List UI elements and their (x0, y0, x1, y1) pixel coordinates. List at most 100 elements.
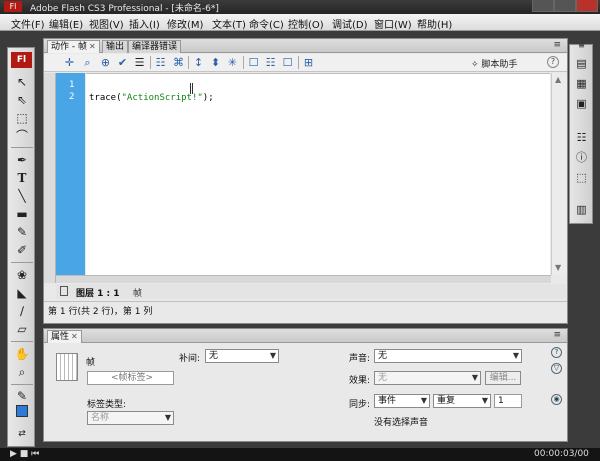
components-panel-icon[interactable]: ▥ (574, 203, 589, 217)
find-icon[interactable]: ⌕ (81, 56, 94, 69)
code-function: trace( (89, 93, 122, 103)
tween-select[interactable]: 无 ▼ (205, 349, 279, 363)
tab-properties[interactable]: 属性 ✕ (47, 330, 82, 343)
collapse-selection-icon[interactable]: ⬍ (209, 56, 222, 69)
repeat-select[interactable]: 重复 ▼ (433, 394, 491, 408)
transform-panel-icon[interactable]: ⬚ (574, 171, 589, 185)
tab-output[interactable]: 输出 (102, 40, 129, 53)
code-editor[interactable]: trace("ActionScript!"); (86, 73, 550, 275)
tab-compiler-errors[interactable]: 编译器错误 (128, 40, 182, 53)
rectangle-tool-icon[interactable]: ▬ (14, 206, 30, 222)
menu-control[interactable]: 控制(O) (288, 16, 324, 31)
line-number: 1 (69, 80, 75, 90)
help-icon[interactable]: ? (551, 347, 562, 358)
menu-help[interactable]: 帮助(H) (417, 16, 452, 31)
effect-select[interactable]: 无 ▼ (374, 371, 481, 385)
magic-wand-icon: ✧ (471, 60, 479, 70)
expand-all-icon[interactable]: ✳ (226, 56, 239, 69)
panel-menu-icon[interactable]: ≡ (574, 39, 589, 53)
window-title: Adobe Flash CS3 Professional - [未命名-6*] (30, 4, 219, 14)
eyedropper-tool-icon[interactable]: ∕ (14, 303, 30, 319)
sync-value: 事件 (378, 396, 397, 406)
paint-bucket-tool-icon[interactable]: ◣ (14, 285, 30, 301)
check-syntax-icon[interactable]: ✔ (116, 56, 129, 69)
align-panel-icon[interactable]: ▤ (574, 57, 589, 71)
free-transform-tool-icon[interactable]: ⬚ (14, 110, 30, 126)
swatches-panel-icon[interactable]: ▦ (574, 77, 589, 91)
repeat-count-input[interactable]: 1 (494, 394, 522, 408)
panel-options-icon[interactable]: ≡ (553, 40, 561, 50)
menu-window[interactable]: 窗口(W) (374, 16, 412, 31)
selection-tool-icon[interactable]: ↖ (14, 74, 30, 90)
hand-tool-icon[interactable]: ✋ (14, 346, 30, 362)
chevron-down-icon: ▼ (269, 351, 276, 360)
fill-color-icon[interactable] (14, 405, 30, 421)
info-panel-icon[interactable]: ▣ (574, 97, 589, 111)
eraser-tool-icon[interactable]: ▱ (14, 321, 30, 337)
help-icon[interactable]: ? (547, 56, 559, 68)
ink-bottle-tool-icon[interactable]: ❀ (14, 267, 30, 283)
tab-close-icon[interactable]: ✕ (71, 332, 78, 341)
menu-view[interactable]: 视图(V) (89, 16, 124, 31)
script-nav-layer[interactable]: 图层 1 : 1 (76, 286, 120, 299)
tab-close-icon[interactable]: ✕ (89, 42, 96, 51)
text-tool-icon[interactable]: T (14, 170, 30, 186)
pencil-tool-icon[interactable]: ✎ (14, 224, 30, 240)
actions-toolbox-collapsed[interactable] (44, 73, 56, 283)
remove-comment-icon[interactable]: ☐ (281, 56, 294, 69)
menu-bar: 文件(F) 编辑(E) 视图(V) 插入(I) 修改(M) 文本(T) 命令(C… (0, 14, 600, 31)
minimize-button[interactable] (532, 0, 554, 12)
frame-label-input[interactable]: <帧标签> (87, 371, 174, 385)
expand-panel-icon[interactable]: ▽ (551, 363, 562, 374)
label-type-select[interactable]: 名称 ▼ (87, 411, 174, 425)
effect-label: 效果: (349, 376, 371, 386)
line-tool-icon[interactable]: ╲ (14, 188, 30, 204)
panel-options-icon[interactable]: ≡ (553, 330, 561, 340)
tool-divider (11, 384, 33, 385)
line-number-gutter: 1 2 (56, 73, 85, 275)
code-vertical-scrollbar[interactable]: ▲ ▼ (551, 73, 567, 275)
sync-select[interactable]: 事件 ▼ (374, 394, 430, 408)
accessibility-icon[interactable]: ◉ (551, 394, 562, 405)
menu-edit[interactable]: 编辑(E) (49, 16, 83, 31)
swap-colors-icon[interactable]: ⇄ (14, 426, 30, 442)
edit-sound-button[interactable]: 编辑... (485, 371, 521, 385)
tool-divider (11, 341, 33, 342)
pen-tool-icon[interactable]: ✒ (14, 152, 30, 168)
pin-script-icon[interactable] (60, 286, 68, 296)
info-icon[interactable]: ⓘ (574, 151, 589, 165)
sound-select[interactable]: 无 ▼ (374, 349, 522, 363)
zoom-tool-icon[interactable]: ⌕ (14, 364, 30, 380)
auto-format-icon[interactable]: ☰ (133, 56, 146, 69)
player-time: 00:00:03/00 (534, 449, 589, 459)
apply-line-comment-icon[interactable]: ☷ (264, 56, 277, 69)
menu-debug[interactable]: 调试(D) (332, 16, 368, 31)
add-statement-icon[interactable]: ✛ (63, 56, 76, 69)
close-button[interactable] (576, 0, 598, 12)
collapse-between-braces-icon[interactable]: ↕ (192, 56, 205, 69)
menu-text[interactable]: 文本(T) (212, 16, 246, 31)
lasso-tool-icon[interactable]: ⌒ (14, 128, 30, 144)
stroke-color-icon[interactable]: ✎ (14, 388, 30, 404)
tab-actions-frame[interactable]: 动作 - 帧 ✕ (47, 40, 100, 53)
toolbar-divider (188, 56, 189, 69)
menu-modify[interactable]: 修改(M) (167, 16, 203, 31)
scroll-down-icon[interactable]: ▼ (555, 263, 561, 272)
debug-options-icon[interactable]: ⌘ (172, 56, 185, 69)
subselection-tool-icon[interactable]: ⇖ (14, 92, 30, 108)
play-controls-icon[interactable]: ▶ ■ ⏮ (10, 449, 39, 459)
apply-block-comment-icon[interactable]: ☐ (247, 56, 260, 69)
script-assist-button[interactable]: ✧ 脚本助手 (471, 57, 517, 70)
menu-file[interactable]: 文件(F) (11, 16, 45, 31)
show-hide-toolbox-icon[interactable]: ⊞ (302, 56, 315, 69)
code-horizontal-scrollbar[interactable] (56, 275, 551, 283)
brush-tool-icon[interactable]: ✐ (14, 242, 30, 258)
show-code-hint-icon[interactable]: ☷ (154, 56, 167, 69)
library-panel-icon[interactable]: ☷ (574, 131, 589, 145)
tab-compiler-errors-label: 编译器错误 (132, 42, 178, 52)
insert-target-path-icon[interactable]: ⊕ (99, 56, 112, 69)
menu-commands[interactable]: 命令(C) (249, 16, 284, 31)
maximize-button[interactable] (554, 0, 576, 12)
scroll-up-icon[interactable]: ▲ (555, 75, 561, 84)
menu-insert[interactable]: 插入(I) (129, 16, 160, 31)
